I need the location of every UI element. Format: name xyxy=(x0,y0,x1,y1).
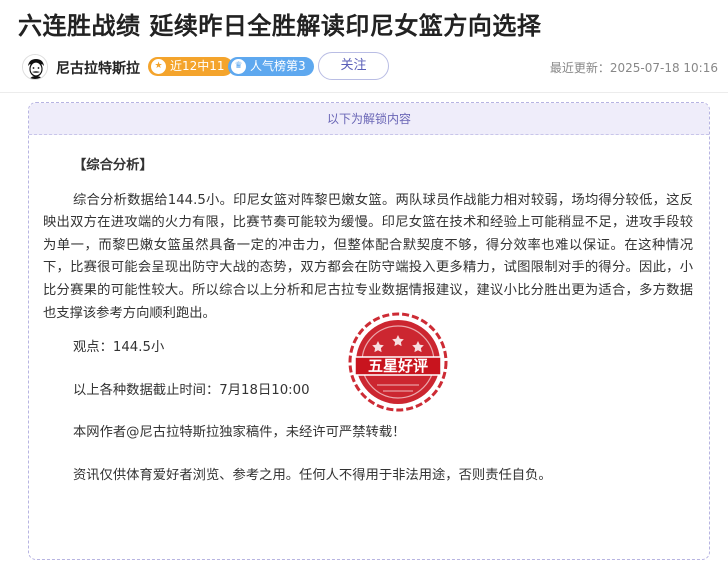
star-icon: ★ xyxy=(151,59,166,74)
author-avatar[interactable] xyxy=(22,54,48,80)
unlocked-content-box: 以下为解锁内容 【综合分析】 综合分析数据给144.5小。印尼女篮对阵黎巴嫩女篮… xyxy=(28,102,710,560)
copyright-line: 本网作者@尼古拉特斯拉独家稿件，未经许可严禁转载！ xyxy=(73,425,406,441)
article-body: 【综合分析】 综合分析数据给144.5小。印尼女篮对阵黎巴嫩女篮。两队球员作战能… xyxy=(43,155,693,508)
popularity-badge-label: 人气榜第3 xyxy=(250,59,306,73)
viewpoint-line: 观点：144.5小 xyxy=(73,340,165,356)
streak-badge-label: 近12中11 xyxy=(170,59,225,73)
section-title: 【综合分析】 xyxy=(73,158,153,173)
crown-icon: ♛ xyxy=(231,59,246,74)
unlocked-content-header: 以下为解锁内容 xyxy=(29,103,709,135)
disclaimer-line: 资讯仅供体育爱好者浏览、参考之用。任何人不得用于非法用途，否则责任自负。 xyxy=(73,467,552,483)
header-divider xyxy=(0,92,728,93)
last-updated: 最近更新：2025-07-18 10:16 xyxy=(549,61,718,75)
author-portrait-icon xyxy=(23,55,47,79)
article-meta: 尼古拉特斯拉 ★ 近12中11 ♛ 人气榜第3 关注 最近更新：2025-07-… xyxy=(18,52,718,82)
data-cutoff-line: 以上各种数据截止时间：7月18日10:00 xyxy=(73,382,310,398)
popularity-badge: ♛ 人气榜第3 xyxy=(228,57,314,76)
author-name[interactable]: 尼古拉特斯拉 xyxy=(56,58,140,78)
analysis-paragraph: 综合分析数据给144.5小。印尼女篮对阵黎巴嫩女篮。两队球员作战能力相对较弱，场… xyxy=(43,192,693,321)
article-title: 六连胜战绩 延续昨日全胜解读印尼女篮方向选择 xyxy=(18,12,542,40)
streak-badge: ★ 近12中11 xyxy=(148,57,233,76)
follow-button[interactable]: 关注 xyxy=(318,52,389,80)
